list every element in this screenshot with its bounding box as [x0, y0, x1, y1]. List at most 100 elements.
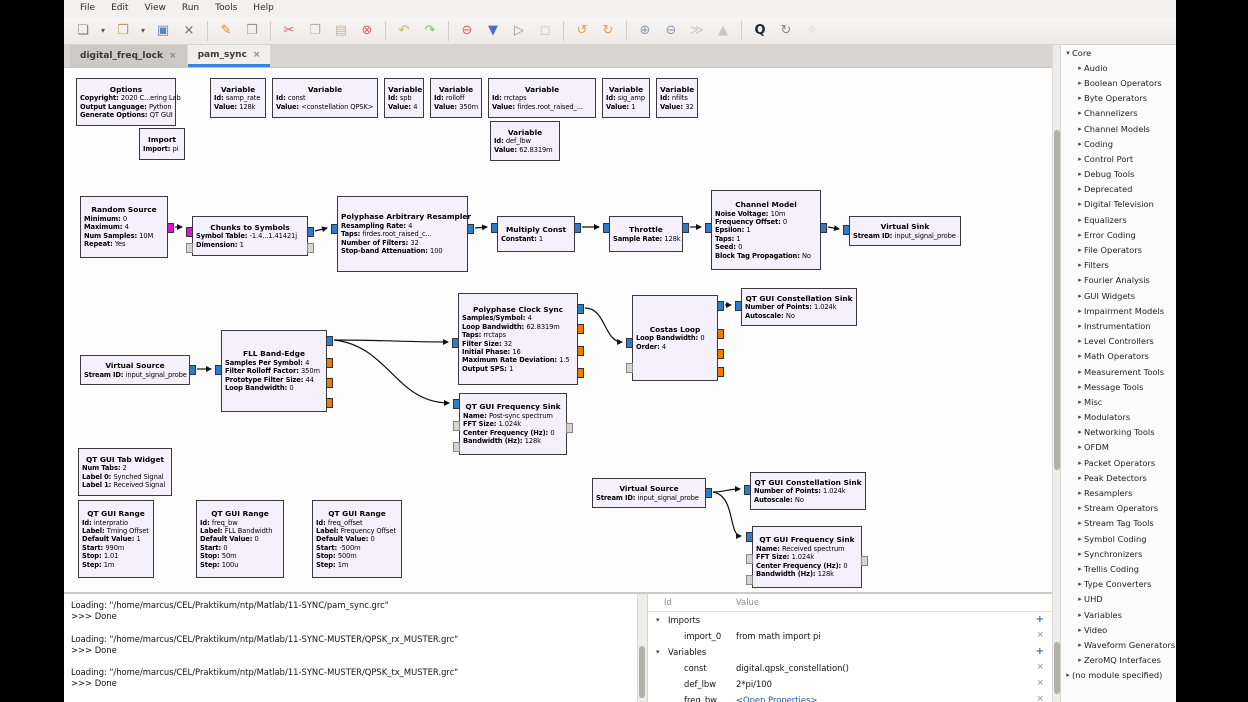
byte-port-left[interactable]	[186, 227, 193, 237]
errors-button[interactable]: ⊖	[455, 20, 479, 42]
complex-port-right[interactable]	[820, 223, 827, 233]
tree-category-math-operators[interactable]: ▸Math Operators	[1061, 349, 1176, 364]
connection-fll-to-clock-sync[interactable]	[334, 340, 448, 342]
tree-category-boolean-operators[interactable]: ▸Boolean Operators	[1061, 75, 1176, 90]
tree-category-impairment-models[interactable]: ▸Impairment Models	[1061, 303, 1176, 318]
tree-category-audio[interactable]: ▸Audio	[1061, 60, 1176, 75]
rotate-cw-button[interactable]: ↻	[596, 20, 620, 42]
block-costas-loop[interactable]: Costas LoopLoop Bandwidth: 0Order: 4	[632, 295, 718, 381]
complex-port-left[interactable]	[331, 224, 338, 234]
remove-icon[interactable]: ×	[1036, 678, 1044, 688]
chevron-right-icon[interactable]: ▸	[1076, 611, 1084, 619]
complex-port-right[interactable]	[574, 223, 581, 233]
complex-port-right[interactable]	[326, 336, 333, 346]
flowgraph-canvas[interactable]: OptionsCopyright: 2020 C...ering LabOutp…	[64, 68, 1052, 592]
chevron-right-icon[interactable]: ▸	[1076, 352, 1084, 360]
menu-view[interactable]: View	[137, 0, 174, 17]
window-button[interactable]: ❒	[240, 20, 264, 42]
chevron-right-icon[interactable]: ▸	[1076, 94, 1084, 102]
float-port-right[interactable]	[326, 398, 333, 408]
complex-port-left[interactable]	[453, 399, 460, 409]
reload-blocks-button[interactable]: ↻	[774, 20, 798, 42]
chevron-right-icon[interactable]: ▸	[1076, 322, 1084, 330]
chevron-right-icon[interactable]: ▸	[1076, 64, 1084, 72]
tree-category-debug-tools[interactable]: ▸Debug Tools	[1061, 167, 1176, 182]
find-block-button[interactable]: Q	[748, 20, 772, 42]
float-port-right[interactable]	[717, 329, 724, 339]
block-import-pi[interactable]: ImportImport: pi	[139, 128, 185, 160]
chevron-right-icon[interactable]: ▸	[1076, 383, 1084, 391]
tree-category-message-tools[interactable]: ▸Message Tools	[1061, 379, 1176, 394]
msg-port-left[interactable]	[453, 442, 460, 452]
add-icon[interactable]: +	[1036, 614, 1044, 625]
float-port-right[interactable]	[577, 324, 584, 334]
chevron-right-icon[interactable]: ▸	[1076, 474, 1084, 482]
msg-port-left[interactable]	[626, 363, 633, 373]
tree-category-channel-models[interactable]: ▸Channel Models	[1061, 121, 1176, 136]
chevron-down-icon[interactable]: ▾	[656, 616, 660, 624]
tree-category-ofdm[interactable]: ▸OFDM	[1061, 440, 1176, 455]
block-channel-model[interactable]: Channel ModelNoise Voltage: 10mFrequency…	[711, 190, 821, 270]
block-fll-band-edge[interactable]: FLL Band-EdgeSamples Per Symbol: 4Filter…	[221, 330, 327, 412]
edit-properties-button[interactable]: ✎	[214, 20, 238, 42]
chevron-right-icon[interactable]: ▸	[1076, 337, 1084, 345]
connection-clock-sync-to-costas[interactable]	[585, 308, 622, 342]
tree-category-channelizers[interactable]: ▸Channelizers	[1061, 106, 1176, 121]
tree-category-no-module[interactable]: ▸(no module specified)	[1061, 668, 1176, 683]
remove-icon[interactable]: ×	[1036, 694, 1044, 702]
chevron-right-icon[interactable]: ▸	[1064, 671, 1072, 679]
scrollbar-handle[interactable]	[639, 646, 645, 698]
variable-row[interactable]: constdigital.qpsk_constellation()×	[648, 660, 1052, 676]
tab-digital_freq_lock[interactable]: digital_freq_lock×	[70, 45, 187, 67]
zoom-out-button[interactable]: ⊖	[659, 20, 683, 42]
chevron-right-icon[interactable]: ▸	[1076, 155, 1084, 163]
block-chunks-to-symbols[interactable]: Chunks to SymbolsSymbol Table: -1.4...1.…	[192, 216, 308, 256]
variable-row[interactable]: import_0from math import pi×	[648, 628, 1052, 644]
chevron-down-icon[interactable]: ▾	[656, 648, 660, 656]
float-port-right[interactable]	[326, 378, 333, 388]
tree-category-filters[interactable]: ▸Filters	[1061, 258, 1176, 273]
msg-port-left[interactable]	[746, 575, 753, 585]
complex-port-left[interactable]	[744, 485, 751, 495]
chevron-right-icon[interactable]: ▸	[1076, 626, 1084, 634]
open-dropdown[interactable]: ▾	[137, 20, 149, 42]
block-polyphase-arbitrary-resampler[interactable]: Polyphase Arbitrary ResamplerResampling …	[337, 196, 468, 272]
block-qt-gui-constellation-sink-2[interactable]: QT GUI Constellation SinkNumber of Point…	[750, 472, 866, 510]
complex-port-left[interactable]	[746, 532, 753, 542]
block-qt-gui-tab-widget[interactable]: QT GUI Tab WidgetNum Tabs: 2Label 0: Syn…	[78, 448, 172, 496]
menu-run[interactable]: Run	[174, 0, 207, 17]
tree-category-peak-detectors[interactable]: ▸Peak Detectors	[1061, 470, 1176, 485]
connection-fll-to-frequency-sink[interactable]	[334, 340, 449, 403]
block-qt-gui-frequency-sink-1[interactable]: QT GUI Frequency SinkName: Post-sync spe…	[459, 393, 567, 455]
remove-icon[interactable]: ×	[1036, 662, 1044, 672]
tree-category-variables[interactable]: ▸Variables	[1061, 607, 1176, 622]
block-virtual-source[interactable]: Virtual SourceStream ID: input_signal_pr…	[80, 355, 190, 385]
delete-button[interactable]: ⊗	[355, 20, 379, 42]
variable-row[interactable]: def_lbw2*pi/100×	[648, 676, 1052, 692]
chevron-right-icon[interactable]: ▸	[1076, 443, 1084, 451]
complex-port-right[interactable]	[189, 365, 196, 375]
tree-category-misc[interactable]: ▸Misc	[1061, 394, 1176, 409]
remove-icon[interactable]: ×	[1036, 630, 1044, 640]
block-throttle[interactable]: ThrottleSample Rate: 128k	[609, 216, 683, 252]
chevron-right-icon[interactable]: ▸	[1076, 398, 1084, 406]
tab-close-icon[interactable]: ×	[253, 50, 261, 60]
connection-chunks-to-resampler[interactable]	[315, 228, 327, 231]
block-options[interactable]: OptionsCopyright: 2020 C...ering LabOutp…	[76, 78, 176, 126]
chevron-right-icon[interactable]: ▸	[1076, 459, 1084, 467]
msg-port-right[interactable]	[861, 556, 868, 566]
tree-category-resamplers[interactable]: ▸Resamplers	[1061, 485, 1176, 500]
complex-port-right[interactable]	[705, 488, 712, 498]
chevron-right-icon[interactable]: ▸	[1076, 246, 1084, 254]
chevron-right-icon[interactable]: ▸	[1076, 368, 1084, 376]
connection-virtual-source2-to-frequency-sink[interactable]	[713, 492, 741, 536]
chevron-right-icon[interactable]: ▸	[1076, 170, 1084, 178]
new-file-dropdown[interactable]: ▾	[97, 20, 109, 42]
tab-pam_sync[interactable]: pam_sync×	[188, 45, 271, 67]
chevron-right-icon[interactable]: ▸	[1076, 292, 1084, 300]
block-qt-gui-range-freq-bw[interactable]: QT GUI RangeId: freq_bwLabel: FLL Bandwi…	[196, 500, 284, 578]
save-button[interactable]: ▣	[151, 20, 175, 42]
chevron-right-icon[interactable]: ▸	[1076, 535, 1084, 543]
rotate-ccw-button[interactable]: ↺	[570, 20, 594, 42]
open-properties-link[interactable]: <Open Properties>	[736, 695, 817, 702]
